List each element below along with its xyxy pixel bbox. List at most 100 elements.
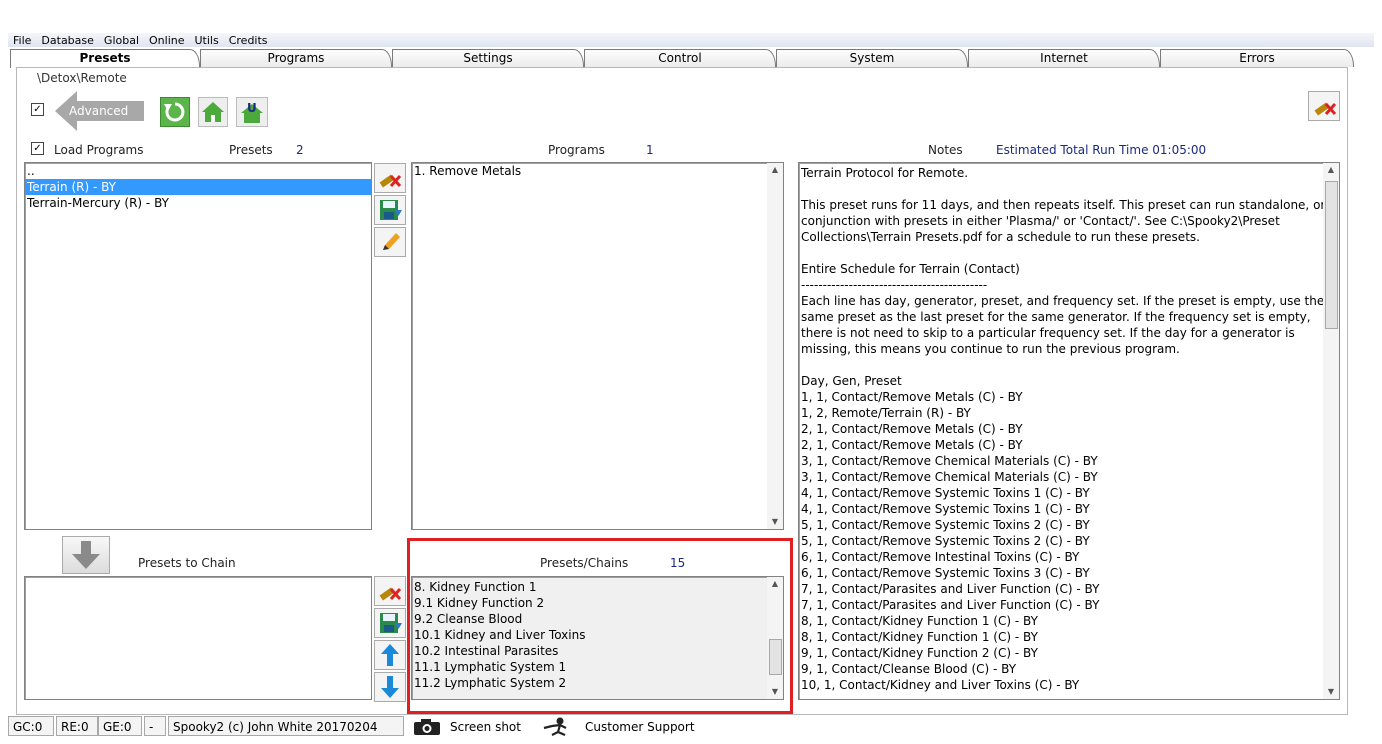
notes-text[interactable]: Terrain Protocol for Remote. This preset… bbox=[798, 162, 1340, 700]
notes-line: 9, 1, Contact/Cleanse Blood (C) - BY bbox=[801, 662, 1017, 676]
notes-line: 5, 1, Contact/Remove Systemic Toxins 2 (… bbox=[801, 518, 1090, 532]
list-item[interactable]: Terrain-Mercury (R) - BY bbox=[25, 195, 371, 211]
scroll-down-icon[interactable]: ▼ bbox=[1323, 685, 1339, 699]
tab-presets[interactable]: Presets bbox=[10, 49, 200, 68]
presets-list[interactable]: .. Terrain (R) - BY Terrain-Mercury (R) … bbox=[24, 162, 372, 530]
presets-to-chain-label: Presets to Chain bbox=[138, 556, 236, 570]
menu-utils[interactable]: Utils bbox=[190, 34, 224, 48]
tab-settings[interactable]: Settings bbox=[392, 49, 584, 67]
notes-line: 8, 1, Contact/Kidney Function 1 (C) - BY bbox=[801, 614, 1038, 628]
pencil-icon bbox=[383, 233, 400, 250]
scroll-down-icon[interactable]: ▼ bbox=[767, 515, 783, 529]
programs-scrollbar[interactable]: ▲ ▼ bbox=[767, 163, 783, 529]
list-item[interactable]: .. bbox=[25, 163, 371, 179]
down-arrow-icon bbox=[72, 541, 100, 569]
notes-line bbox=[801, 245, 1321, 261]
menu-global[interactable]: Global bbox=[99, 34, 144, 48]
notes-line: 4, 1, Contact/Remove Systemic Toxins 1 (… bbox=[801, 502, 1090, 516]
menu-bar: File Database Global Online Utils Credits bbox=[8, 33, 1374, 47]
notes-line: 2, 1, Contact/Remove Metals (C) - BY bbox=[801, 422, 1023, 436]
menu-file[interactable]: File bbox=[8, 34, 36, 48]
clear-button[interactable] bbox=[1308, 91, 1340, 121]
notes-line: 7, 1, Contact/Parasites and Liver Functi… bbox=[801, 582, 1100, 596]
notes-line: Terrain Protocol for Remote. bbox=[801, 166, 969, 180]
eraser-icon bbox=[379, 587, 402, 601]
add-to-chain-button[interactable] bbox=[62, 536, 110, 574]
customer-support-button[interactable]: Customer Support bbox=[538, 716, 708, 736]
eraser-icon bbox=[379, 174, 402, 188]
menu-online[interactable]: Online bbox=[144, 34, 189, 48]
save-preset-button[interactable] bbox=[374, 195, 406, 225]
notes-line: 6, 1, Contact/Remove Systemic Toxins 3 (… bbox=[801, 566, 1090, 580]
tab-control[interactable]: Control bbox=[584, 49, 776, 67]
notes-line: 4, 1, Contact/Remove Systemic Toxins 1 (… bbox=[801, 486, 1090, 500]
notes-line: 1, 1, Contact/Remove Metals (C) - BY bbox=[801, 390, 1023, 404]
notes-line: 3, 1, Contact/Remove Chemical Materials … bbox=[801, 454, 1098, 468]
presets-count: 2 bbox=[296, 143, 304, 157]
notes-line: This preset runs for 11 days, and then r… bbox=[801, 198, 1340, 212]
notes-line: 2, 1, Contact/Remove Metals (C) - BY bbox=[801, 438, 1023, 452]
notes-line: there is not need to skip to a particula… bbox=[801, 326, 1295, 340]
down-arrow-icon bbox=[381, 676, 399, 698]
notes-line: same preset as the last preset for the s… bbox=[801, 310, 1311, 324]
programs-list[interactable]: 1. Remove Metals ▲ ▼ bbox=[411, 162, 784, 530]
edit-preset-button[interactable] bbox=[374, 227, 406, 257]
scroll-thumb[interactable] bbox=[1325, 181, 1338, 329]
screenshot-button[interactable]: Screen shot bbox=[412, 718, 532, 736]
move-down-button[interactable] bbox=[374, 672, 406, 702]
list-item[interactable]: 1. Remove Metals bbox=[412, 163, 783, 179]
save-icon bbox=[380, 200, 402, 220]
notes-line: 3, 1, Contact/Remove Chemical Materials … bbox=[801, 470, 1098, 484]
notes-scrollbar[interactable]: ▲ ▼ bbox=[1323, 163, 1339, 699]
status-re: RE:0 bbox=[56, 716, 98, 736]
notes-line: 7, 1, Contact/Parasites and Liver Functi… bbox=[801, 598, 1100, 612]
notes-line: ----------------------------------------… bbox=[801, 278, 988, 292]
notes-line: missing, this means you continue to run … bbox=[801, 342, 1180, 356]
presets-to-chain-list[interactable] bbox=[24, 576, 372, 700]
scroll-up-icon[interactable]: ▲ bbox=[767, 163, 783, 177]
advanced-checkbox[interactable]: ✓ bbox=[31, 103, 44, 116]
presets-label: Presets bbox=[229, 143, 273, 157]
run-time: Estimated Total Run Time 01:05:00 bbox=[996, 143, 1207, 157]
list-item[interactable]: Terrain (R) - BY bbox=[25, 179, 371, 195]
notes-line bbox=[801, 357, 1321, 373]
customer-support-label: Customer Support bbox=[585, 720, 695, 734]
notes-line: Day, Gen, Preset bbox=[801, 374, 902, 388]
delete-preset-button[interactable] bbox=[374, 163, 406, 193]
load-programs-checkbox[interactable]: ✓ bbox=[31, 142, 44, 155]
tab-errors[interactable]: Errors bbox=[1160, 49, 1354, 67]
user-home-icon: U bbox=[241, 101, 263, 123]
advanced-button[interactable]: Advanced bbox=[55, 91, 144, 131]
tab-programs[interactable]: Programs bbox=[200, 49, 392, 67]
breadcrumb: \Detox\Remote bbox=[32, 71, 132, 85]
programs-label: Programs bbox=[548, 143, 605, 157]
notes-line: 9, 1, Contact/Kidney Function 2 (C) - BY bbox=[801, 646, 1038, 660]
load-programs-label: Load Programs bbox=[54, 143, 144, 157]
tab-system[interactable]: System bbox=[776, 49, 968, 67]
save-chain-button[interactable] bbox=[374, 608, 406, 638]
delete-chain-button[interactable] bbox=[374, 576, 406, 606]
status-gc: GC:0 bbox=[8, 716, 54, 736]
notes-line: 8, 1, Contact/Kidney Function 1 (C) - BY bbox=[801, 630, 1038, 644]
programs-count: 1 bbox=[646, 143, 654, 157]
status-copyright: Spooky2 (c) John White 20170204 bbox=[168, 716, 404, 736]
menu-database[interactable]: Database bbox=[36, 34, 99, 48]
up-arrow-icon bbox=[381, 644, 399, 666]
highlight-annotation bbox=[407, 538, 793, 714]
notes-line: 10, 1, Contact/Kidney and Liver Toxins (… bbox=[801, 678, 1080, 692]
home-icon bbox=[202, 102, 224, 122]
notes-line: Each line has day, generator, preset, an… bbox=[801, 294, 1325, 308]
notes-line: Collections\Terrain Presets.pdf for a sc… bbox=[801, 230, 1200, 244]
home-button[interactable] bbox=[198, 97, 228, 127]
scroll-up-icon[interactable]: ▲ bbox=[1323, 163, 1339, 177]
tab-internet[interactable]: Internet bbox=[968, 49, 1160, 67]
user-home-button[interactable]: U bbox=[236, 97, 268, 127]
menu-credits[interactable]: Credits bbox=[224, 34, 273, 48]
status-ge: GE:0 bbox=[98, 716, 142, 736]
refresh-button[interactable] bbox=[160, 97, 190, 127]
tab-bar: Presets Programs Settings Control System… bbox=[8, 49, 1354, 68]
advanced-label: Advanced bbox=[69, 104, 129, 118]
save-icon bbox=[380, 613, 402, 633]
notes-line bbox=[801, 181, 1321, 197]
move-up-button[interactable] bbox=[374, 640, 406, 670]
